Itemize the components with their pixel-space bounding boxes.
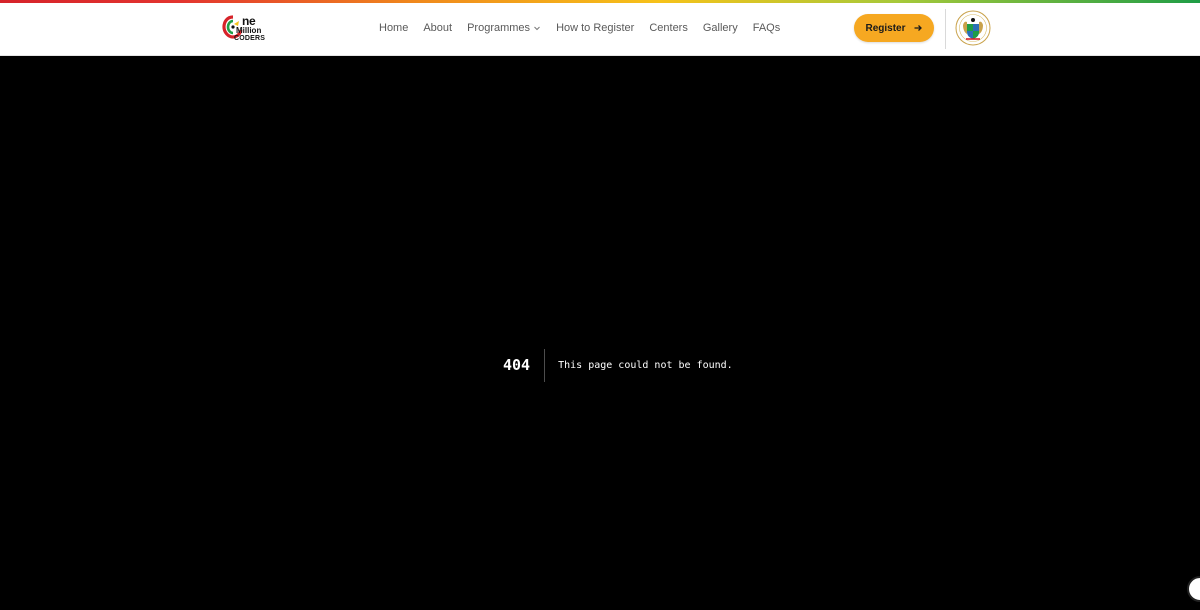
nav-item-programmes[interactable]: Programmes	[467, 22, 541, 34]
register-button-label: Register	[865, 22, 906, 34]
nav-item-programmes-label: Programmes	[467, 22, 531, 34]
chevron-down-icon	[534, 26, 540, 31]
coat-of-arms-icon[interactable]	[955, 10, 991, 46]
nav-item-centers[interactable]: Centers	[649, 22, 688, 34]
nav-item-faqs[interactable]: FAQs	[753, 22, 781, 34]
error-code: 404	[503, 349, 546, 382]
site-header: ne Million CODERS Home About Programmes …	[0, 3, 1200, 56]
error-message: This page could not be found.	[558, 360, 733, 371]
logo[interactable]: ne Million CODERS	[222, 13, 274, 47]
header-divider	[945, 9, 946, 49]
nav-item-how-to-register[interactable]: How to Register	[556, 22, 634, 34]
logo-text-coders: CODERS	[234, 35, 266, 42]
nav-item-home[interactable]: Home	[379, 22, 408, 34]
error-block: 404 This page could not be found.	[503, 349, 733, 382]
nav-item-about[interactable]: About	[423, 22, 452, 34]
logo-text-million: Million	[236, 26, 262, 35]
register-button[interactable]: Register	[854, 14, 934, 42]
nav-item-gallery[interactable]: Gallery	[703, 22, 738, 34]
main-nav: Home About Programmes How to Register Ce…	[379, 3, 780, 53]
chat-widget-button[interactable]	[1187, 576, 1200, 602]
arrow-right-icon	[914, 25, 922, 31]
